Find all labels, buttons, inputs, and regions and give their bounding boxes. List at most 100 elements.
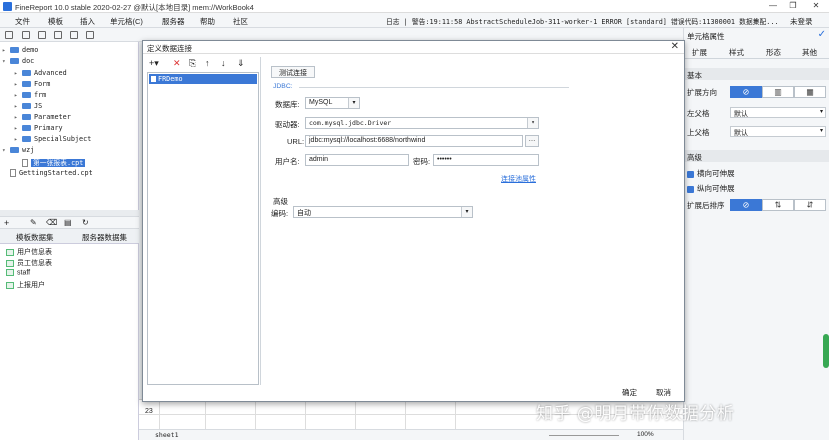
property-tabs: 扩展 样式 形态 其他 (684, 43, 829, 59)
tree-node[interactable]: ▸ frm (14, 91, 46, 99)
tree-node[interactable]: ▸ Primary (14, 124, 63, 132)
folder-icon (10, 147, 19, 153)
tab-style[interactable]: 样式 (729, 47, 744, 58)
horizontal-expand-button[interactable]: ▦ (794, 86, 826, 98)
up-parent-select[interactable]: 默认 ▾ (730, 126, 826, 137)
menu-file[interactable]: 文件 (15, 16, 30, 27)
locate-icon[interactable] (54, 31, 62, 39)
dataset-item[interactable]: 上报用户 (6, 280, 45, 290)
menu-template[interactable]: 模板 (48, 16, 63, 27)
close-icon[interactable]: ✕ (671, 41, 679, 52)
username-label: 用户名: (275, 157, 300, 166)
driver-label: 驱动器: (275, 120, 300, 129)
vertical-expand-button[interactable]: ▥ (762, 86, 794, 98)
delete-icon[interactable]: ⌫ (46, 218, 57, 227)
move-up-icon[interactable]: ↑ (205, 58, 210, 68)
preview-icon[interactable]: ▤ (64, 218, 72, 227)
expand-direction-label: 扩展方向 (687, 88, 717, 97)
dataset-item[interactable]: 员工信息表 (6, 258, 52, 268)
tab-template-dataset[interactable]: 模板数据集 (16, 232, 54, 243)
sort-asc-button[interactable]: ⇅ (762, 199, 794, 211)
dataset-item[interactable]: 用户信息表 (6, 247, 52, 257)
section-advanced: 高级 (684, 150, 829, 162)
tree-node[interactable]: ▸ Form (14, 80, 50, 88)
edit-icon[interactable]: ✎ (30, 218, 37, 227)
test-connection-button[interactable]: 测试连接 (271, 66, 315, 78)
file-icon (10, 169, 16, 177)
menu-server[interactable]: 服务器 (162, 16, 185, 27)
driver-select[interactable]: com.mysql.jdbc.Driver ▾ (305, 117, 539, 129)
dataset-item[interactable]: staff (6, 269, 30, 276)
left-parent-label: 左父格 (687, 109, 710, 118)
search-icon[interactable]: ⌕ (754, 15, 760, 26)
connection-item[interactable]: FRDemo (149, 74, 257, 84)
url-input[interactable]: jdbc:mysql://localhost:6688/northwind (305, 135, 523, 147)
new-folder-icon[interactable] (22, 31, 30, 39)
folder-icon (22, 103, 31, 109)
no-sort-button[interactable]: ⊘ (730, 199, 762, 211)
open-icon[interactable] (38, 31, 46, 39)
vertical-expandable-checkbox[interactable]: 纵向可伸展 (687, 183, 735, 194)
side-scroll-handle[interactable] (823, 334, 829, 368)
watermark: 知乎 @明月带你数据分析 (536, 404, 735, 424)
add-dataset-icon[interactable]: + (4, 218, 9, 228)
ok-button[interactable]: 确定 (622, 387, 637, 398)
menu-community[interactable]: 社区 (233, 16, 248, 27)
chevron-down-icon: ▾ (461, 207, 472, 217)
tree-node[interactable]: ▸ Parameter (14, 113, 71, 121)
password-input[interactable]: •••••• (433, 154, 539, 166)
maximize-button[interactable]: ❐ (786, 1, 800, 12)
check-icon[interactable]: ✓ (818, 29, 826, 40)
close-window-button[interactable]: ✕ (809, 1, 823, 12)
tree-node[interactable]: ▸ Advanced (14, 69, 67, 77)
sort-icon[interactable]: ⇓ (237, 58, 245, 69)
cancel-button[interactable]: 取消 (656, 387, 671, 398)
sort-desc-button[interactable]: ⇵ (794, 199, 826, 211)
folder-icon (10, 58, 19, 64)
url-browse-button[interactable]: … (525, 135, 539, 147)
delete-icon[interactable]: ✕ (173, 58, 181, 69)
connection-pool-link[interactable]: 连接池属性 (501, 174, 536, 184)
new-file-icon[interactable] (5, 31, 13, 39)
encoding-label: 编码: (271, 209, 289, 218)
horizontal-expandable-checkbox[interactable]: 横向可伸展 (687, 168, 735, 179)
username-input[interactable]: admin (305, 154, 409, 166)
add-icon[interactable]: +▾ (149, 58, 159, 69)
dataset-tabs: 模板数据集 服务器数据集 (0, 229, 139, 244)
tab-expand[interactable]: 扩展 (692, 47, 707, 58)
sort-descending-icon: ⇵ (806, 200, 814, 210)
minimize-button[interactable]: — (766, 1, 780, 12)
menu-cell[interactable]: 单元格(C) (110, 16, 143, 27)
encoding-select[interactable]: 自动 ▾ (293, 206, 473, 218)
tree-node[interactable]: ▸ JS (14, 102, 42, 110)
tree-node[interactable]: ▸ demo (2, 46, 38, 54)
file-toolbar (0, 28, 139, 42)
connection-list: FRDemo (147, 72, 259, 385)
tab-server-dataset[interactable]: 服务器数据集 (82, 232, 127, 243)
database-select[interactable]: MySQL ▾ (305, 97, 360, 109)
refresh-icon[interactable] (86, 31, 94, 39)
copy-icon[interactable]: ⎘ (189, 58, 196, 69)
log-message[interactable]: 日志 | 警告:19:11:58 AbstractScheduleJob-311… (386, 16, 779, 26)
tab-other[interactable]: 其他 (802, 47, 817, 58)
no-expand-button[interactable]: ⊘ (730, 86, 762, 98)
refresh-icon[interactable]: ↻ (82, 218, 89, 227)
folder-icon (10, 47, 19, 53)
login-link[interactable]: 未登录 (790, 16, 813, 27)
folder-icon (22, 70, 31, 76)
delete-icon[interactable] (70, 31, 78, 39)
left-parent-select[interactable]: 默认 ▾ (730, 107, 826, 118)
tree-node[interactable]: ▸ SpecialSubject (14, 135, 91, 143)
tab-form[interactable]: 形态 (766, 47, 781, 58)
data-connection-dialog: 定义数据连接 ✕ +▾ ✕ ⎘ ↑ ↓ ⇓ FRDemo 测试连接 JDBC: … (142, 40, 685, 402)
menu-help[interactable]: 帮助 (200, 16, 215, 27)
file-icon (22, 159, 28, 167)
tree-node-selected[interactable]: 第一张报表.cpt (22, 157, 86, 167)
tree-node[interactable]: ▾ wzj (2, 146, 34, 154)
menu-insert[interactable]: 插入 (80, 16, 95, 27)
move-down-icon[interactable]: ↓ (221, 58, 226, 68)
tree-node[interactable]: ▾ doc (2, 57, 34, 65)
zoom-slider[interactable] (549, 435, 619, 436)
sheet-tab[interactable]: sheet1 (155, 431, 178, 439)
tree-node[interactable]: GettingStarted.cpt (10, 169, 93, 177)
